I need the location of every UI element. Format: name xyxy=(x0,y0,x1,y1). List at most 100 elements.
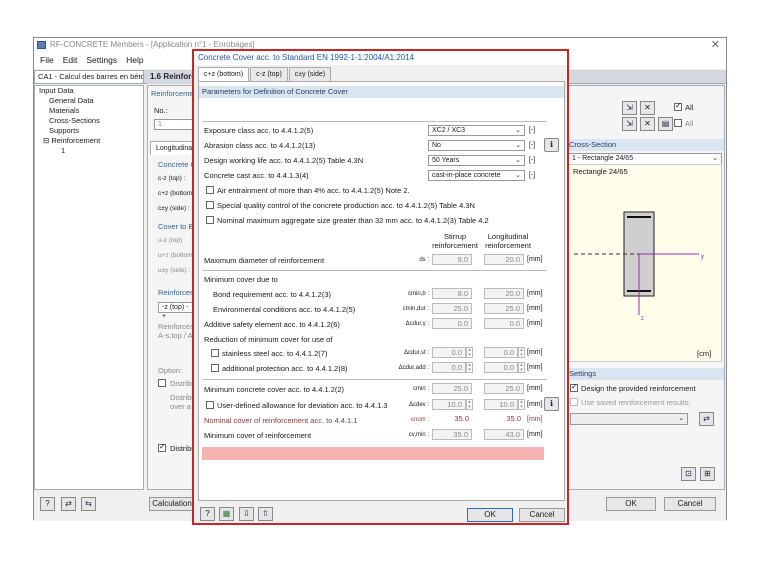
user-defined-checkbox[interactable] xyxy=(206,401,214,409)
stainless-long[interactable]: 0.0 xyxy=(484,347,518,358)
export-icon[interactable]: ⇆ xyxy=(81,497,96,511)
tree-general-data[interactable]: General Data xyxy=(35,96,143,106)
delete2-icon[interactable]: ✕ xyxy=(640,117,655,131)
stainless-long-spinner[interactable]: ▴ ▾ xyxy=(518,347,525,358)
view-icon[interactable]: ⊡ xyxy=(681,467,696,481)
addprot-stirrup-spinner[interactable]: ▴ ▾ xyxy=(466,362,473,373)
addprot-long-spinner[interactable]: ▴ ▾ xyxy=(518,362,525,373)
tree-supports[interactable]: Supports xyxy=(35,126,143,136)
additional-protection-unit: [mm] xyxy=(527,364,543,371)
use-saved-checkbox[interactable] xyxy=(570,398,578,406)
use-saved-label: Use saved reinforcement results: xyxy=(581,398,691,407)
ok-button[interactable]: OK xyxy=(606,497,656,511)
menu-settings[interactable]: Settings xyxy=(83,55,120,65)
case-select[interactable]: CA1 - Calcul des barres en béto xyxy=(34,70,144,84)
max-diameter-long: 20.0 xyxy=(484,254,524,265)
units-icon[interactable]: ⇄ xyxy=(61,497,76,511)
user-defined-unit: [mm] xyxy=(527,401,543,408)
min-cover-reinf-stirrup: 35.0 xyxy=(432,429,472,440)
excel-icon[interactable]: ▦ xyxy=(219,507,234,521)
max-diameter-unit: [mm] xyxy=(527,256,543,263)
tree-materials[interactable]: Materials xyxy=(35,106,143,116)
cancel-button[interactable]: Cancel xyxy=(664,497,716,511)
navigator-tree: Input Data General Data Materials Cross-… xyxy=(34,85,144,490)
menu-file[interactable]: File xyxy=(37,55,57,65)
min-concrete-cover-stirrup: 25.0 xyxy=(432,383,472,394)
userdef-long-spinner[interactable]: ▴ ▾ xyxy=(518,399,525,410)
quality-control-checkbox[interactable] xyxy=(206,201,214,209)
design-provided-label: Design the provided reinforcement xyxy=(581,384,696,393)
reinforcement-label: Reinforceme xyxy=(151,89,194,98)
concrete-cast-select[interactable]: cast-in-place concrete ⌄ xyxy=(428,170,525,181)
help-icon[interactable]: ? xyxy=(40,497,55,511)
additional-protection-checkbox[interactable] xyxy=(211,364,219,372)
all-checkbox-2[interactable] xyxy=(674,119,682,127)
no-select[interactable]: 1 xyxy=(154,119,194,130)
tree-reinforcement[interactable]: ⊟ Reinforcement xyxy=(35,136,143,146)
distribution2-checkbox[interactable]: ✓ xyxy=(158,442,166,452)
calculation-button[interactable]: Calculation xyxy=(149,497,195,511)
userdef-stirrup-spinner[interactable]: ▴ ▾ xyxy=(466,399,473,410)
info-icon[interactable]: ℹ xyxy=(544,138,559,152)
stainless-stirrup-spinner[interactable]: ▴ ▾ xyxy=(466,347,473,358)
u-top-label: u-z (top) : xyxy=(158,237,186,244)
distribution-checkbox[interactable] xyxy=(158,379,166,387)
tree-cross-sections[interactable]: Cross-Sections xyxy=(35,116,143,126)
save-icon[interactable]: ⇧ xyxy=(258,507,273,521)
air-entrainment-checkbox[interactable] xyxy=(206,186,214,194)
pick2-icon[interactable]: ⇲ xyxy=(622,117,637,131)
min-concrete-cover-long: 25.0 xyxy=(484,383,524,394)
stainless-checkbox[interactable] xyxy=(211,349,219,357)
saved-results-button[interactable]: ⇄ xyxy=(699,412,714,426)
nominal-cover-symbol: cnom : xyxy=(410,417,429,423)
additive-symbol: Δcdur,γ : xyxy=(405,321,429,327)
abrasion-select[interactable]: No ⌄ xyxy=(428,140,525,151)
edit-icon[interactable]: ▤ xyxy=(658,117,673,131)
dialog-cancel-button[interactable]: Cancel xyxy=(519,508,565,522)
stainless-label: stainless steel acc. to 4.4.1.2(7) xyxy=(222,349,328,358)
working-life-select[interactable]: 50 Years ⌄ xyxy=(428,155,525,166)
additive-unit: [mm] xyxy=(527,320,543,327)
additive-label: Additive safety element acc. to 4.4.1.2(… xyxy=(204,320,340,329)
exposure-select[interactable]: XC2 / XC3 ⌄ xyxy=(428,125,525,136)
info-icon[interactable]: ℹ xyxy=(544,397,559,411)
user-defined-long[interactable]: 10.0 xyxy=(484,399,518,410)
menu-edit[interactable]: Edit xyxy=(60,55,81,65)
user-defined-stirrup[interactable]: 10.0 xyxy=(432,399,466,410)
menu-help[interactable]: Help xyxy=(123,55,146,65)
additive-stirrup: 0.0 xyxy=(432,318,472,329)
saved-results-select[interactable]: ⌄ xyxy=(570,413,688,425)
tab-top[interactable]: c-z (top) xyxy=(250,67,288,81)
view2-icon[interactable]: ⊞ xyxy=(700,467,715,481)
additional-protection-stirrup[interactable]: 0.0 xyxy=(432,362,466,373)
min-cover-reinf-label: Minimum cover of reinforcement xyxy=(204,431,312,440)
nominal-cover-long: 35.0 xyxy=(506,414,521,423)
tree-root[interactable]: Input Data xyxy=(35,86,143,96)
working-life-unit: [-] xyxy=(529,157,536,164)
environmental-symbol: cmin,dur : xyxy=(402,306,429,312)
bond-long: 20.0 xyxy=(484,288,524,299)
pick-icon[interactable]: ⇲ xyxy=(622,101,637,115)
reinforcement-combo[interactable]: -z (top) - + xyxy=(158,302,194,320)
design-provided-checkbox[interactable]: ✓ xyxy=(570,382,578,392)
max-diameter-stirrup: 8.0 xyxy=(432,254,472,265)
exposure-value: XC2 / XC3 xyxy=(432,127,466,134)
tab-side[interactable]: c±y (side) xyxy=(288,67,332,81)
additional-protection-long[interactable]: 0.0 xyxy=(484,362,518,373)
col-longitudinal: Longitudinal xyxy=(487,232,529,241)
tab-bottom[interactable]: c+z (bottom) xyxy=(198,67,250,81)
load-icon[interactable]: ⇩ xyxy=(239,507,254,521)
concrete-cast-unit: [-] xyxy=(529,172,536,179)
dialog-ok-button[interactable]: OK xyxy=(467,508,513,522)
tree-leaf[interactable]: 1 xyxy=(35,146,143,156)
divider xyxy=(202,379,547,380)
chevron-down-icon: ⌄ xyxy=(515,157,521,164)
check-icon: ✓ xyxy=(675,101,682,110)
all-checkbox-1[interactable]: ✓ xyxy=(674,101,682,111)
help-icon[interactable]: ? xyxy=(200,507,215,521)
max-diameter-label: Maximum diameter of reinforcement xyxy=(204,256,325,265)
close-icon[interactable]: ✕ xyxy=(711,38,720,52)
delete-icon[interactable]: ✕ xyxy=(640,101,655,115)
aggregate-size-checkbox[interactable] xyxy=(206,216,214,224)
stainless-stirrup[interactable]: 0.0 xyxy=(432,347,466,358)
